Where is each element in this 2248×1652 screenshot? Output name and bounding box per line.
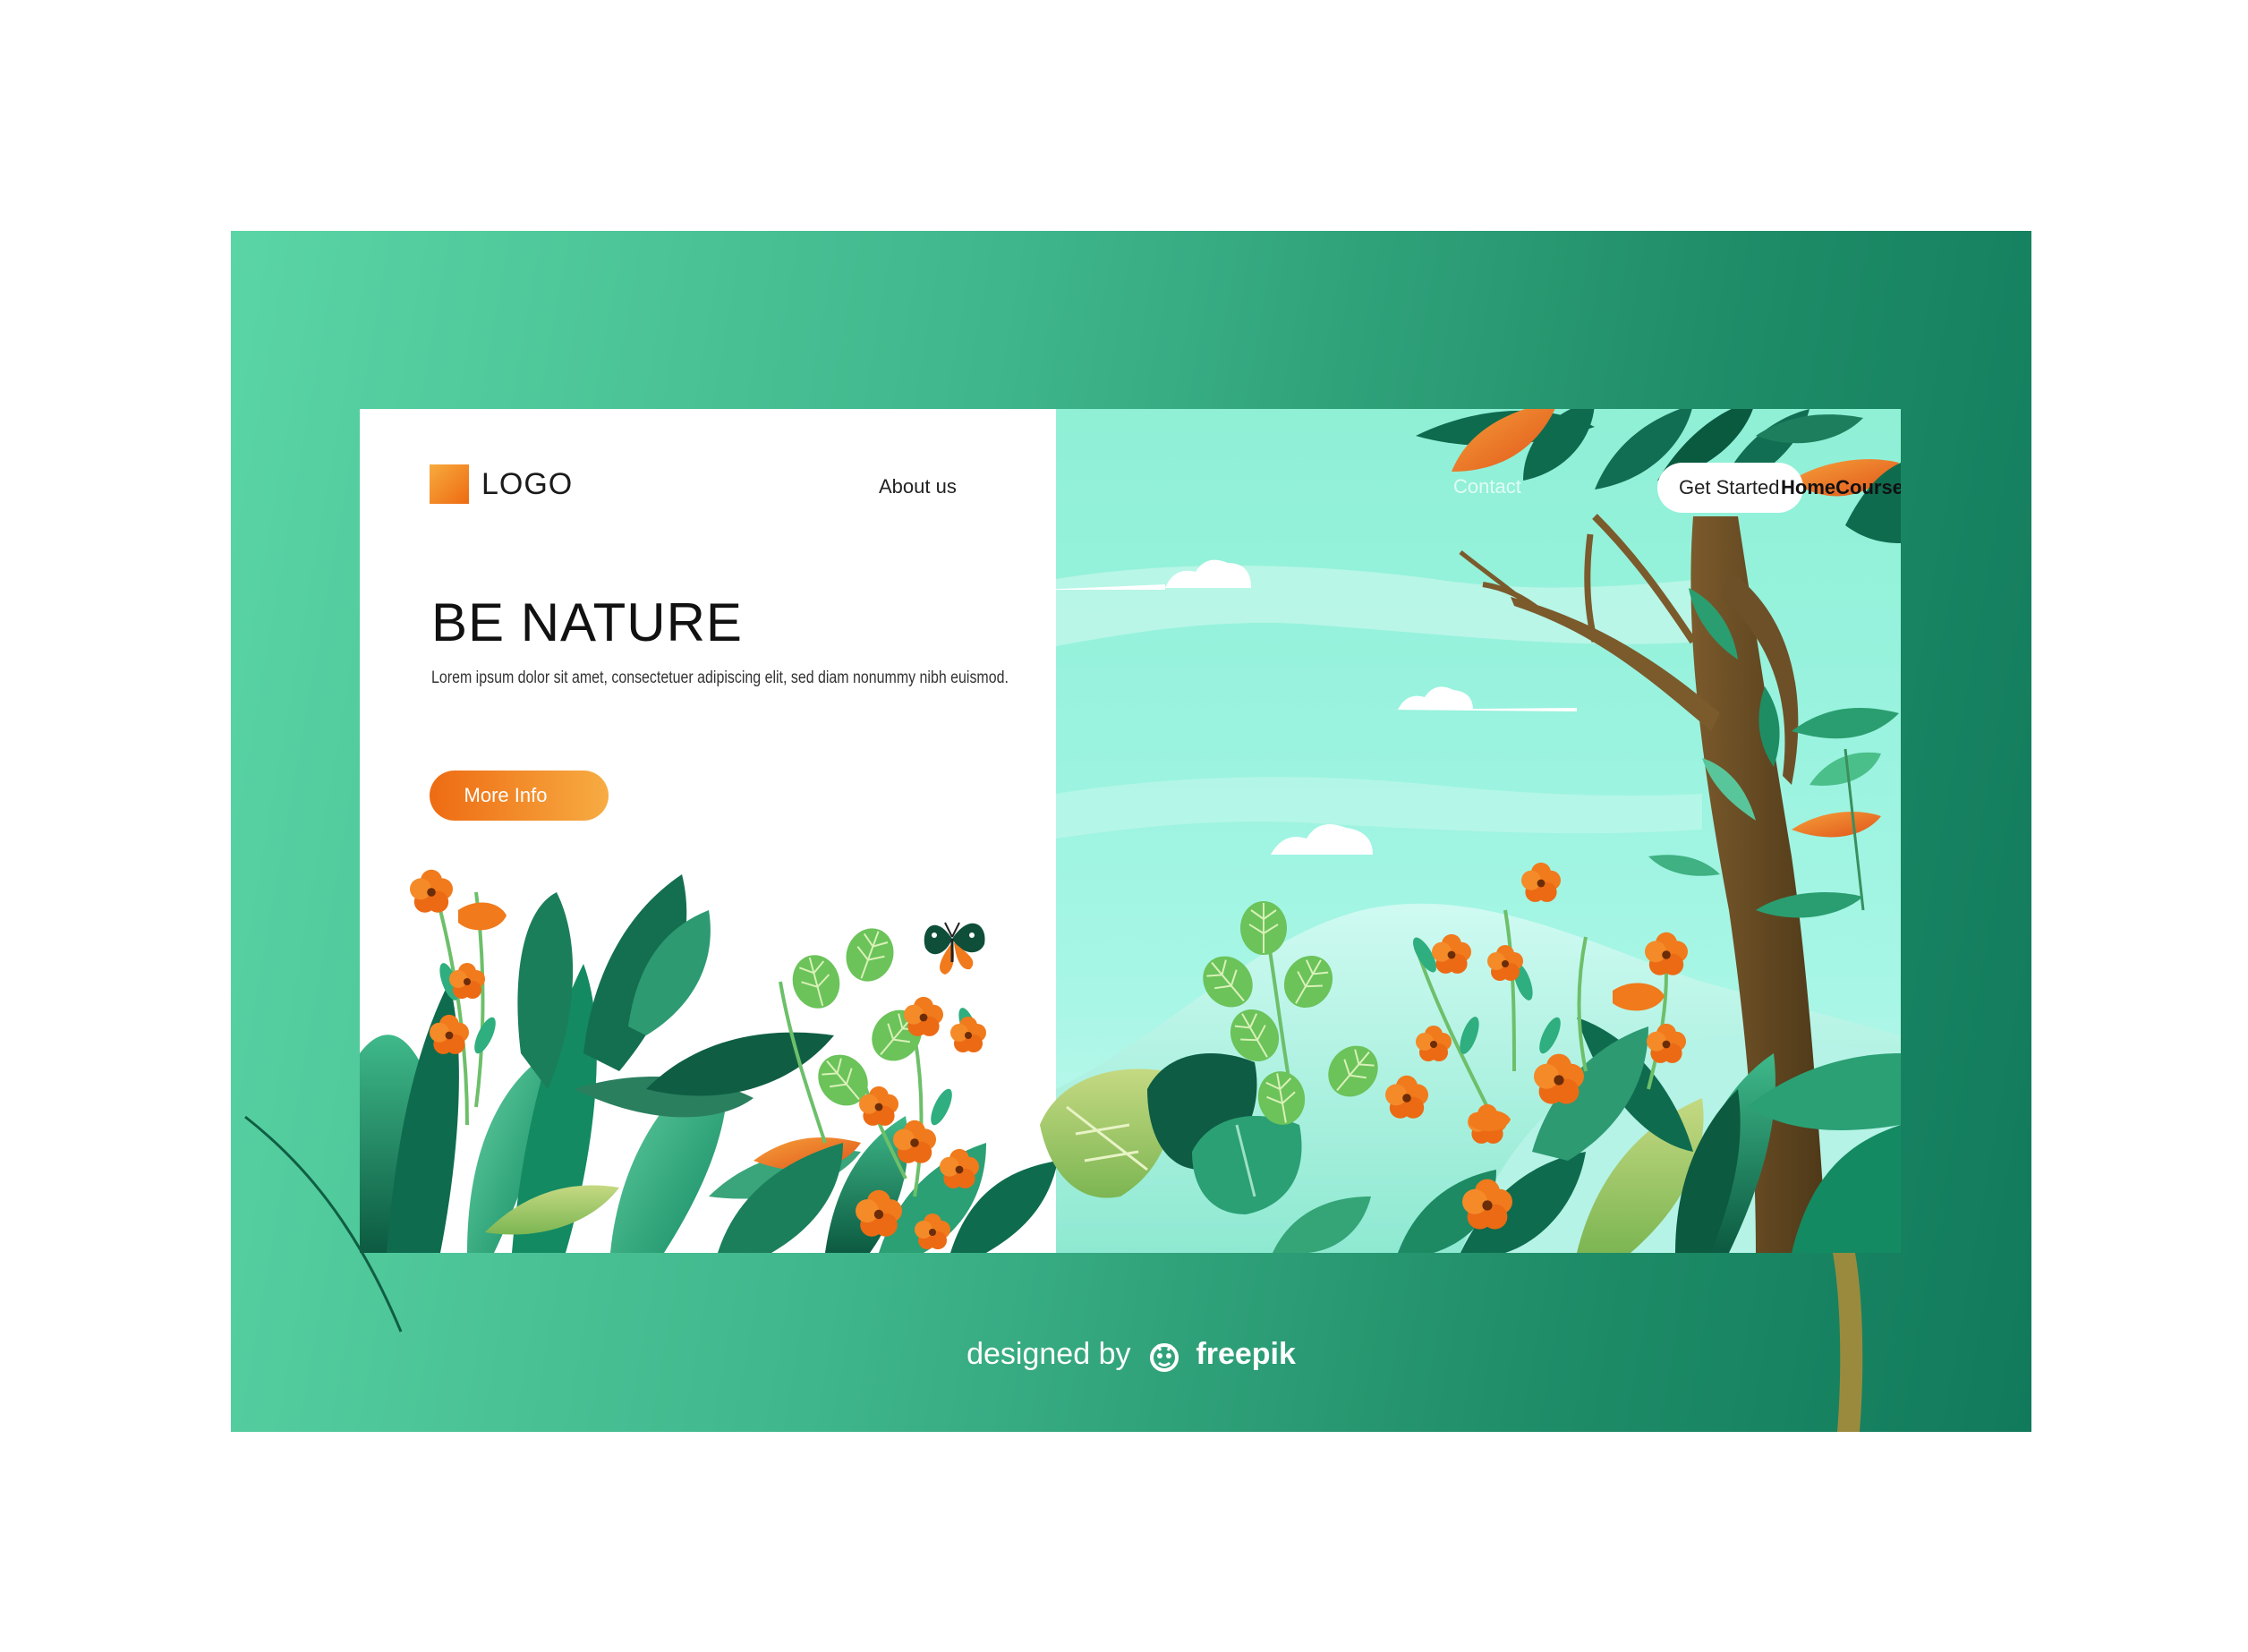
credit-prefix: designed by — [966, 1337, 1131, 1371]
credit-line: designed by freepik — [231, 1337, 2031, 1373]
page-frame: LOGO About us Contact Get Started HomeCo… — [231, 231, 2031, 1432]
freepik-logo-icon — [1149, 1343, 1179, 1373]
credit-brand[interactable]: freepik — [1196, 1337, 1296, 1371]
frame-decoration — [244, 1115, 1863, 1432]
